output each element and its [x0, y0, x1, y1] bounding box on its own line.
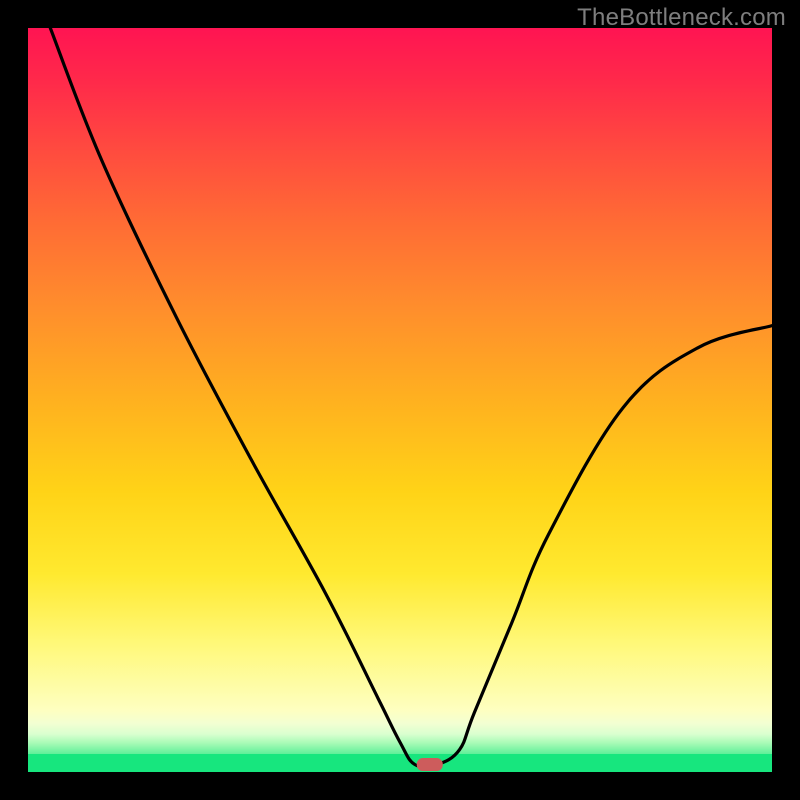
- plot-area: [28, 28, 772, 772]
- minimum-marker: [28, 28, 772, 772]
- chart-frame: TheBottleneck.com: [0, 0, 800, 800]
- watermark-text: TheBottleneck.com: [577, 4, 786, 32]
